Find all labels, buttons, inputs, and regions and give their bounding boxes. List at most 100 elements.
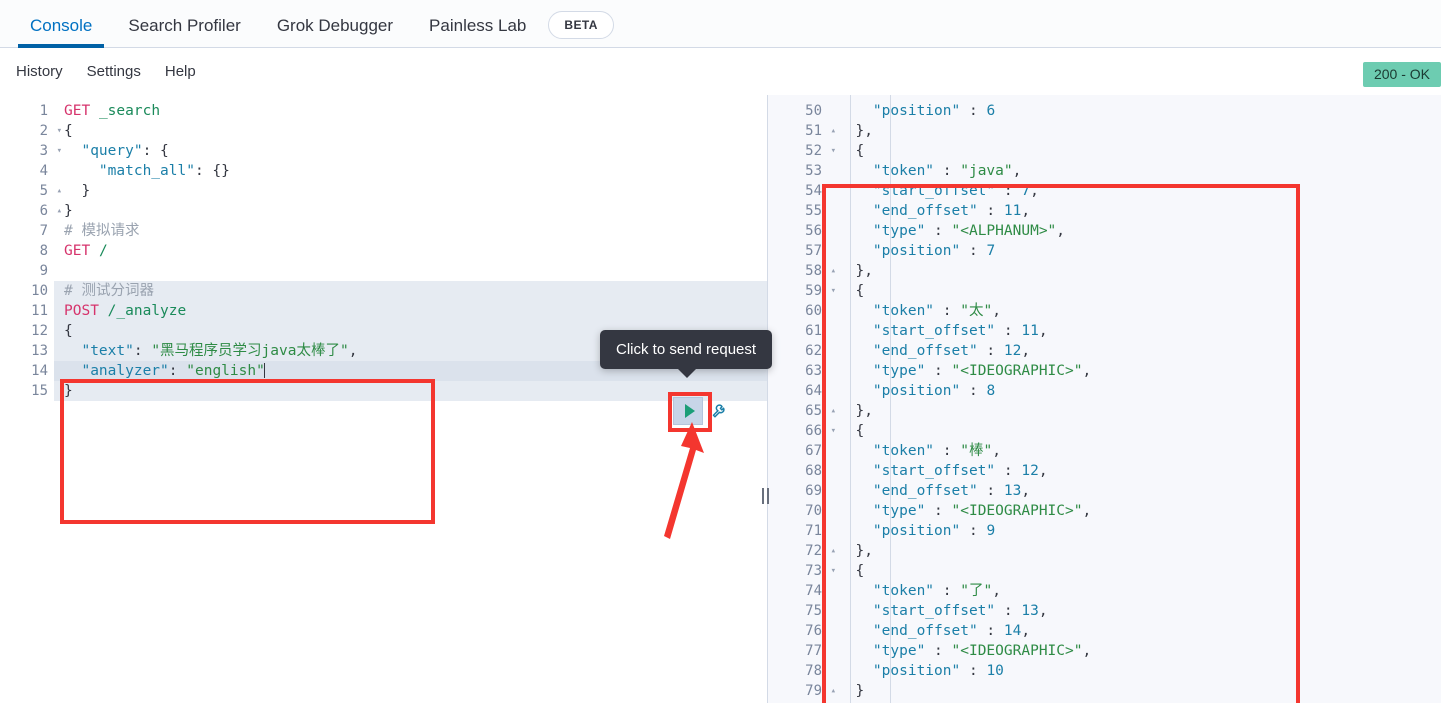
response-code-line[interactable]: "token" : "java", [828,161,1441,181]
code-token [838,183,873,199]
code-token: , [992,443,1001,459]
code-token [90,103,99,119]
response-code-line[interactable]: "type" : "<IDEOGRAPHIC>", [828,501,1441,521]
response-code-line[interactable]: "end_offset" : 11, [828,201,1441,221]
code-token: , [1021,623,1030,639]
request-code-line[interactable]: } [54,201,767,221]
response-line-number: 77 [768,641,828,661]
response-code-line[interactable]: { [828,421,1441,441]
code-token: POST [64,303,99,319]
response-code-line[interactable]: "end_offset" : 13, [828,481,1441,501]
response-code-line[interactable]: "end_offset" : 12, [828,341,1441,361]
response-code-line[interactable]: "type" : "<IDEOGRAPHIC>", [828,641,1441,661]
code-token: : [169,363,186,379]
tab-grok-debugger[interactable]: Grok Debugger [259,17,411,47]
response-code-line[interactable]: "position" : 7 [828,241,1441,261]
request-code-line[interactable]: POST /_analyze [54,301,767,321]
code-token: : [960,383,986,399]
code-token: "position" [873,103,960,119]
code-token: "java" [960,163,1012,179]
request-code-line[interactable]: # 模拟请求 [54,221,767,241]
response-line-number: 63 [768,361,828,381]
code-token [838,643,873,659]
request-code-line[interactable]: } [54,381,767,401]
beta-badge[interactable]: BETA [548,11,613,39]
response-code-line[interactable]: "start_offset" : 11, [828,321,1441,341]
settings-button[interactable]: Settings [87,63,141,80]
code-token: : [960,103,986,119]
response-code-line[interactable]: }, [828,541,1441,561]
response-pane[interactable]: 5051▴52▾535455565758▴59▾606162636465▴66▾… [768,95,1441,703]
history-button[interactable]: History [16,63,63,80]
code-token [838,243,873,259]
code-token [838,363,873,379]
response-line-number: 56 [768,221,828,241]
code-token [838,303,873,319]
tab-painless-lab[interactable]: Painless Lab [411,17,544,47]
request-code-line[interactable]: # 测试分词器 [54,281,767,301]
request-code-line[interactable]: } [54,181,767,201]
wrench-icon[interactable] [709,399,731,423]
response-line-number: 69 [768,481,828,501]
help-button[interactable]: Help [165,63,196,80]
code-token: 10 [986,663,1003,679]
request-code-line[interactable]: "query": { [54,141,767,161]
request-code-line[interactable] [54,261,767,281]
code-token: { [64,323,73,339]
response-code-line[interactable]: }, [828,121,1441,141]
code-token [838,163,873,179]
response-code-line[interactable]: "position" : 9 [828,521,1441,541]
response-code-line[interactable]: "position" : 8 [828,381,1441,401]
response-code-line[interactable]: { [828,561,1441,581]
request-code-line[interactable]: GET / [54,241,767,261]
request-code-line[interactable]: { [54,121,767,141]
response-code[interactable]: "position" : 6 }, { "token" : "java", "s… [828,95,1441,703]
response-code-line[interactable]: "token" : "了", [828,581,1441,601]
code-token: "analyzer" [81,363,168,379]
request-editor-pane[interactable]: 12▾3▾45▴6▴789101112▾131415▴ GET _search{… [0,95,768,703]
request-code-line[interactable]: GET _search [54,101,767,121]
response-code-line[interactable]: }, [828,261,1441,281]
request-line-number: 7 [0,221,54,241]
response-code-line[interactable]: "position" : 6 [828,101,1441,121]
tab-search-profiler[interactable]: Search Profiler [110,17,258,47]
code-token: : [934,583,960,599]
code-token: , [1039,603,1048,619]
response-code-line[interactable]: "token" : "棒", [828,441,1441,461]
code-token [838,623,873,639]
response-code-line[interactable]: "start_offset" : 7, [828,181,1441,201]
response-code-line[interactable]: { [828,281,1441,301]
code-token [64,343,81,359]
response-gutter: 5051▴52▾535455565758▴59▾606162636465▴66▾… [768,95,828,703]
code-token: "end_offset" [873,623,978,639]
code-token: "了" [960,583,992,599]
play-icon[interactable] [673,397,703,425]
response-code-line[interactable]: "end_offset" : 14, [828,621,1441,641]
response-code-line[interactable]: "position" : 10 [828,661,1441,681]
code-token: : [925,503,951,519]
request-line-number: 15▴ [0,381,54,401]
response-code-line[interactable]: }, [828,401,1441,421]
code-token [99,303,108,319]
response-code-line[interactable]: "type" : "<IDEOGRAPHIC>", [828,361,1441,381]
response-code-line[interactable]: } [828,681,1441,701]
code-token: "end_offset" [873,203,978,219]
response-code-line[interactable]: "start_offset" : 13, [828,601,1441,621]
code-token: } [64,203,73,219]
pane-resize-handle[interactable] [758,485,772,507]
code-token: # 模拟请求 [64,223,139,239]
tab-painless-lab-label: Painless Lab [429,16,526,35]
code-token: , [1030,183,1039,199]
code-token [838,463,873,479]
response-line-number: 76 [768,621,828,641]
response-code-line[interactable]: { [828,141,1441,161]
response-code-line[interactable]: "token" : "太", [828,301,1441,321]
request-code[interactable]: GET _search{ "query": { "match_all": {} … [54,95,767,703]
tab-console[interactable]: Console [12,17,110,47]
response-code-line[interactable]: "type" : "<ALPHANUM>", [828,221,1441,241]
response-line-number: 52▾ [768,141,828,161]
request-line-number: 3▾ [0,141,54,161]
code-token: 7 [1021,183,1030,199]
response-code-line[interactable]: "start_offset" : 12, [828,461,1441,481]
request-code-line[interactable]: "match_all": {} [54,161,767,181]
